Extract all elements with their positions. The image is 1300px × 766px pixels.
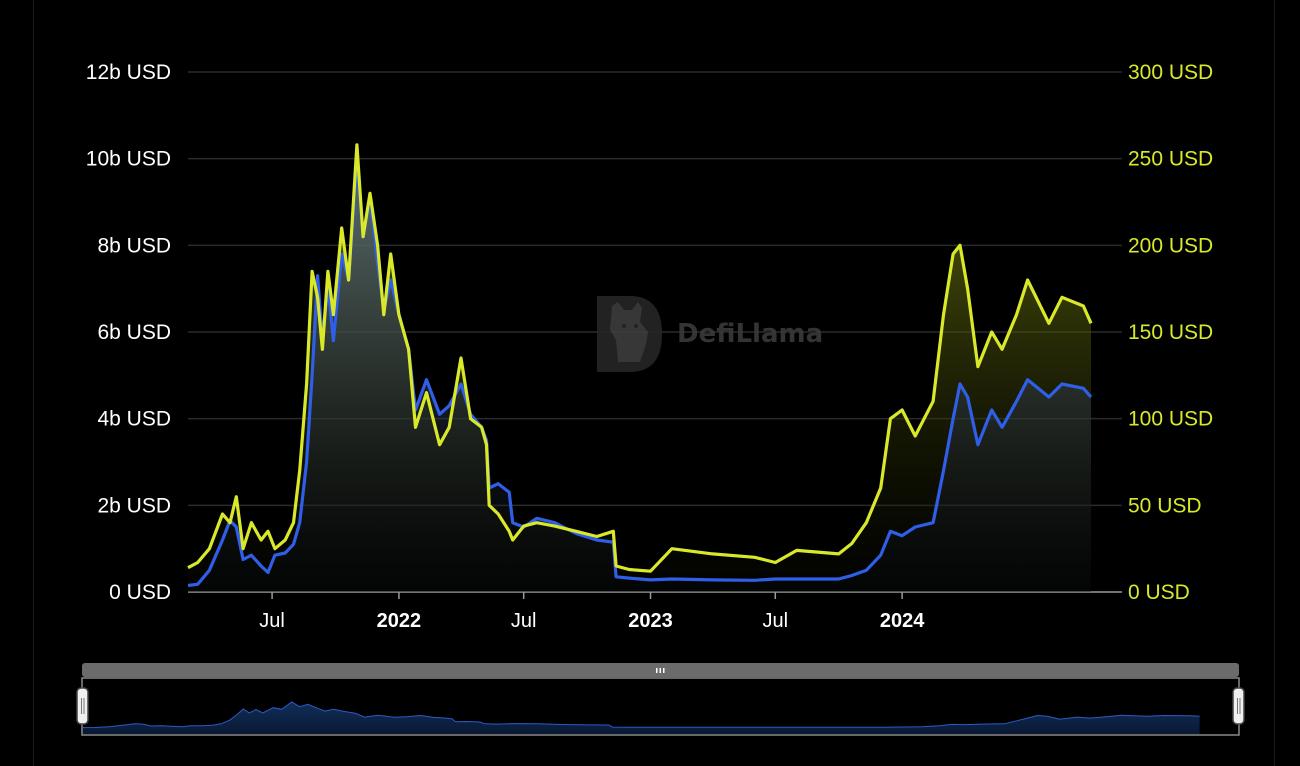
y-left-tick-label: 8b USD (97, 234, 171, 257)
x-tick-label: 2024 (880, 610, 925, 632)
watermark-text: DefiLlama (677, 319, 823, 349)
watermark: DefiLlama (597, 296, 823, 372)
chart: DefiLlama 0 USD 2b USD 4b USD 6b USD 8b USD 1… (76, 61, 1245, 736)
x-tick-label: Jul (511, 610, 537, 632)
y-right-tick-label: 300 USD (1128, 61, 1213, 84)
x-axis: Jul 2022 Jul 2023 Jul 2024 (259, 592, 925, 632)
handle-grip-line (1239, 698, 1241, 714)
y-right-tick-label: 150 USD (1128, 321, 1213, 344)
y-right-tick-label: 0 USD (1128, 581, 1190, 604)
y-left-tick-label: 10b USD (86, 148, 171, 171)
x-tick-label: Jul (762, 610, 788, 632)
slider-handle-icon[interactable] (1232, 687, 1245, 725)
handle-grip-line (1237, 698, 1238, 714)
llama-logo-icon (597, 296, 662, 372)
y-left-tick-label: 12b USD (86, 61, 171, 84)
range-slider[interactable] (76, 663, 1245, 736)
handle-grip-line (81, 698, 82, 714)
y-right-tick-label: 250 USD (1128, 148, 1213, 171)
y-left-tick-label: 4b USD (97, 408, 171, 431)
y-right-tick-label: 100 USD (1128, 408, 1213, 431)
slider-handle-right[interactable] (1232, 687, 1245, 725)
y-left-tick-label: 2b USD (97, 494, 171, 517)
x-tick-label: Jul (259, 610, 285, 632)
grip-lines-icon[interactable] (656, 668, 665, 673)
y-left-tick-label: 0 USD (109, 581, 171, 604)
y-right-tick-label: 200 USD (1128, 234, 1213, 257)
slider-handle-left[interactable] (76, 687, 89, 725)
y-axis-left: 0 USD 2b USD 4b USD 6b USD 8b USD 10b USD 12b … (86, 61, 171, 604)
x-tick-label: 2023 (628, 610, 673, 632)
x-tick-label: 2022 (377, 610, 422, 632)
handle-grip-line (83, 698, 85, 714)
y-axis-right: 0 USD 50 USD 100 USD 150 USD 200 USD 250 USD 3… (1128, 61, 1213, 604)
y-right-tick-label: 50 USD (1128, 494, 1202, 517)
y-left-tick-label: 6b USD (97, 321, 171, 344)
slider-handle-icon[interactable] (76, 687, 89, 725)
